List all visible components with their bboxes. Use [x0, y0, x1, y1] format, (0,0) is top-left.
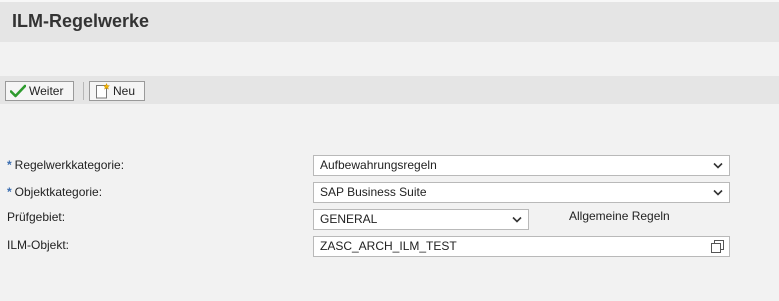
audit-area-description: Allgemeine Regeln [569, 209, 670, 223]
title-bar: ILM-Regelwerke [0, 0, 779, 42]
required-marker: * [7, 185, 12, 199]
rule-category-label: * Regelwerkkategorie: [7, 158, 125, 172]
page-title: ILM-Regelwerke [12, 11, 150, 31]
ilm-object-label: ILM-Objekt: [7, 238, 70, 252]
continue-button-label: Weiter [29, 84, 64, 98]
continue-button[interactable]: Weiter [5, 81, 74, 101]
toolbar-separator [83, 82, 84, 100]
new-button[interactable]: Neu [89, 81, 145, 101]
new-button-label: Neu [113, 84, 136, 98]
chevron-down-icon [512, 216, 522, 223]
audit-area-label: Prüfgebiet: [7, 210, 66, 224]
new-document-icon [94, 83, 110, 99]
value-help-icon[interactable] [711, 240, 724, 253]
rule-category-dropdown[interactable]: Aufbewahrungsregeln [313, 155, 730, 176]
audit-area-dropdown[interactable]: GENERAL [313, 209, 529, 230]
object-category-value: SAP Business Suite [320, 185, 427, 199]
chevron-down-icon [713, 162, 723, 169]
rule-category-value: Aufbewahrungsregeln [320, 158, 437, 172]
ilm-object-input[interactable]: ZASC_ARCH_ILM_TEST [313, 236, 730, 257]
toolbar: Weiter Neu [0, 76, 779, 104]
object-category-dropdown[interactable]: SAP Business Suite [313, 182, 730, 203]
object-category-label: * Objektkategorie: [7, 185, 103, 199]
ilm-object-value: ZASC_ARCH_ILM_TEST [320, 239, 457, 253]
chevron-down-icon [713, 189, 723, 196]
checkmark-icon [10, 83, 26, 99]
audit-area-value: GENERAL [320, 212, 378, 226]
required-marker: * [7, 158, 12, 172]
